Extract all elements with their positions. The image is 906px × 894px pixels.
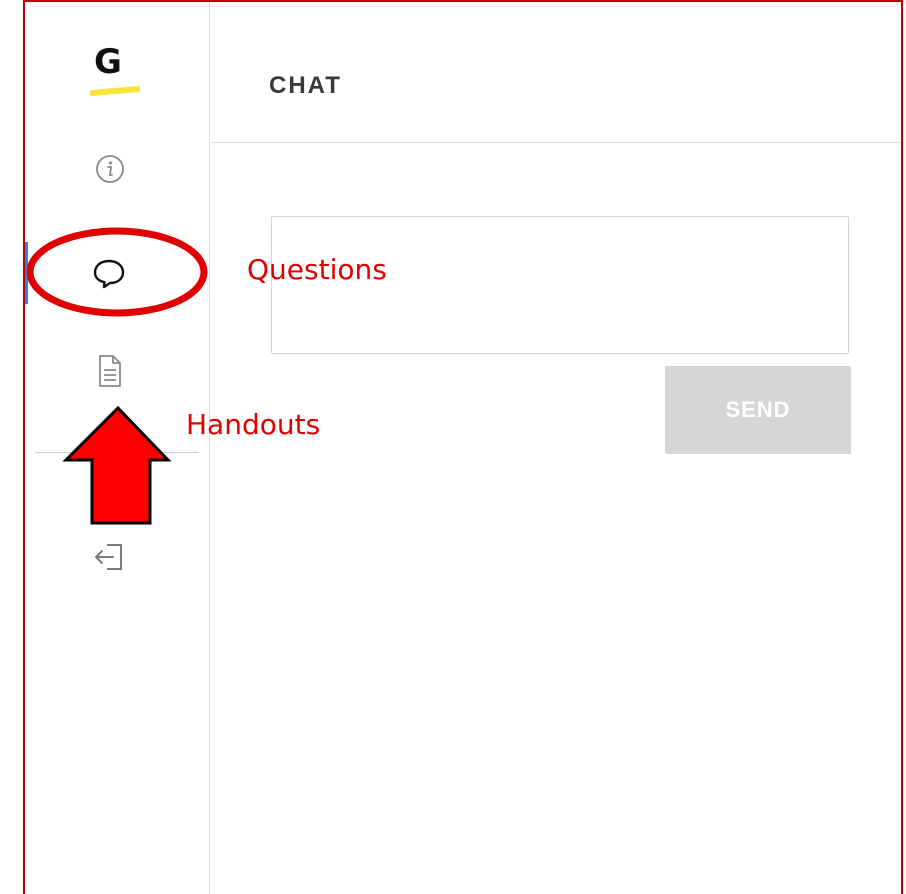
handouts-arrow xyxy=(62,405,172,525)
questions-annotation: Questions xyxy=(247,253,387,286)
questions-highlight-ellipse xyxy=(26,227,208,317)
annotation-overlay xyxy=(26,227,208,525)
handouts-annotation: Handouts xyxy=(186,408,321,441)
